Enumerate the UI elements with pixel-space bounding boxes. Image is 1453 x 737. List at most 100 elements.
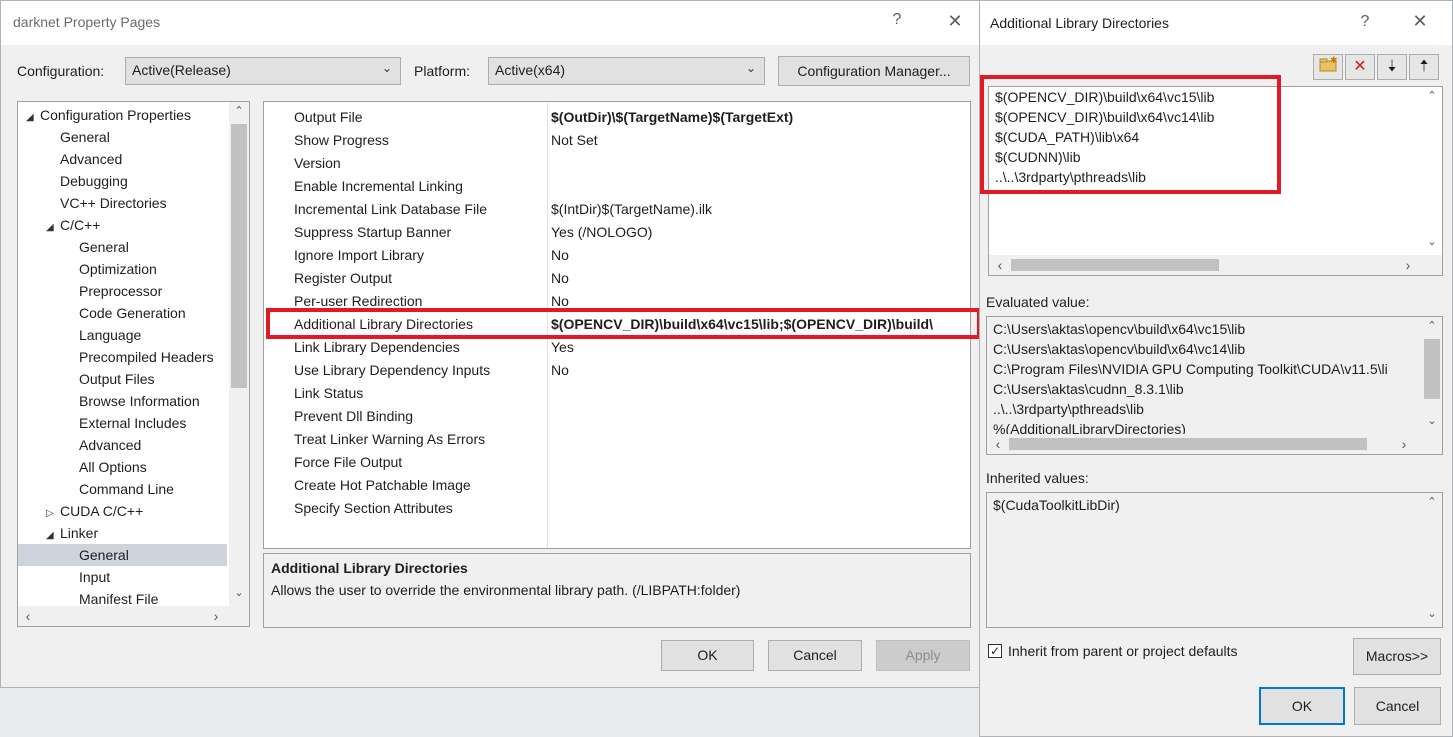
- dialog-cancel-button[interactable]: Cancel: [1354, 687, 1441, 725]
- tree-item[interactable]: Debugging: [18, 170, 227, 192]
- list-horizontal-scrollbar[interactable]: ‹ ›: [989, 255, 1442, 275]
- tree-item-label: Manifest File: [79, 591, 159, 607]
- scroll-down-arrow-icon[interactable]: ⌄: [1422, 414, 1442, 427]
- move-up-button[interactable]: 🠡: [1409, 54, 1439, 80]
- inherit-checkbox[interactable]: ✓: [988, 644, 1002, 658]
- property-row[interactable]: Suppress Startup Banner Yes (/NOLOGO): [264, 221, 970, 244]
- property-row[interactable]: Register Output No: [264, 267, 970, 290]
- property-row[interactable]: Force File Output: [264, 451, 970, 474]
- close-button[interactable]: ✕: [1408, 11, 1432, 32]
- evaluated-vertical-scrollbar[interactable]: ⌃ ⌄: [1422, 317, 1442, 434]
- property-row[interactable]: Create Hot Patchable Image: [264, 474, 970, 497]
- scroll-right-arrow-icon[interactable]: ›: [1397, 436, 1411, 452]
- tree-item[interactable]: General: [18, 544, 227, 566]
- scroll-left-arrow-icon[interactable]: ‹: [993, 257, 1007, 273]
- tree-item[interactable]: Input: [18, 566, 227, 588]
- tree-item-label: CUDA C/C++: [60, 503, 144, 519]
- property-row[interactable]: Version: [264, 152, 970, 175]
- scroll-right-arrow-icon[interactable]: ›: [1401, 257, 1415, 273]
- scroll-down-arrow-icon[interactable]: ⌄: [229, 586, 249, 599]
- evaluated-label: Evaluated value:: [986, 294, 1090, 310]
- platform-dropdown[interactable]: Active(x64) ⌄: [488, 57, 765, 85]
- tree-item-label: Linker: [60, 525, 99, 541]
- tree-vertical-scrollbar[interactable]: ⌃ ⌄: [229, 102, 249, 606]
- tree-item[interactable]: Language: [18, 324, 227, 346]
- property-row[interactable]: Prevent Dll Binding: [264, 405, 970, 428]
- property-row[interactable]: Show Progress Not Set: [264, 129, 970, 152]
- property-name: Force File Output: [294, 454, 403, 470]
- tree-item[interactable]: Precompiled Headers: [18, 346, 227, 368]
- tree-item[interactable]: ◢ Configuration Properties: [18, 104, 227, 126]
- tree-item[interactable]: ◢ C/C++: [18, 214, 227, 236]
- highlight-box-grid-row: [266, 308, 981, 339]
- new-line-button[interactable]: ✱: [1313, 54, 1343, 80]
- tree-item[interactable]: General: [18, 126, 227, 148]
- property-name: Version: [294, 155, 341, 171]
- apply-button[interactable]: Apply: [876, 640, 970, 671]
- property-row[interactable]: Link Status: [264, 382, 970, 405]
- property-row[interactable]: Treat Linker Warning As Errors: [264, 428, 970, 451]
- scroll-up-arrow-icon[interactable]: ⌃: [1422, 319, 1442, 332]
- scroll-up-arrow-icon[interactable]: ⌃: [1422, 89, 1442, 102]
- property-row[interactable]: Link Library Dependencies Yes: [264, 336, 970, 359]
- move-down-button[interactable]: 🠣: [1377, 54, 1407, 80]
- scroll-down-arrow-icon[interactable]: ⌄: [1422, 607, 1442, 620]
- tree-item[interactable]: Code Generation: [18, 302, 227, 324]
- scroll-thumb[interactable]: [231, 124, 247, 388]
- tree-item[interactable]: All Options: [18, 456, 227, 478]
- configuration-dropdown[interactable]: Active(Release) ⌄: [125, 57, 401, 85]
- property-value[interactable]: Yes: [551, 336, 574, 359]
- property-value[interactable]: Not Set: [551, 129, 598, 152]
- scroll-thumb[interactable]: [1424, 339, 1440, 399]
- evaluated-horizontal-scrollbar[interactable]: ‹ ›: [987, 434, 1442, 454]
- dialog-ok-button[interactable]: OK: [1259, 687, 1345, 725]
- property-row[interactable]: Output File $(OutDir)\$(TargetName)$(Targ…: [264, 106, 970, 129]
- delete-button[interactable]: ✕: [1345, 54, 1375, 80]
- property-name: Ignore Import Library: [294, 247, 424, 263]
- property-row[interactable]: Ignore Import Library No: [264, 244, 970, 267]
- tree-item-label: C/C++: [60, 217, 101, 233]
- chevron-down-icon: ⌄: [745, 61, 756, 75]
- help-button[interactable]: ?: [1355, 13, 1375, 31]
- property-row[interactable]: Specify Section Attributes: [264, 497, 970, 520]
- scroll-left-arrow-icon[interactable]: ‹: [991, 436, 1005, 452]
- tree-item[interactable]: Browse Information: [18, 390, 227, 412]
- tree-horizontal-scrollbar[interactable]: ‹ ›: [18, 606, 249, 626]
- new-folder-icon: ✱: [1319, 56, 1338, 72]
- scroll-thumb[interactable]: [1011, 259, 1219, 271]
- macros-button[interactable]: Macros>>: [1353, 638, 1441, 675]
- scroll-up-arrow-icon[interactable]: ⌃: [1422, 495, 1442, 508]
- property-value[interactable]: No: [551, 359, 569, 382]
- tree-item[interactable]: External Includes: [18, 412, 227, 434]
- property-value[interactable]: Yes (/NOLOGO): [551, 221, 652, 244]
- ok-button[interactable]: OK: [661, 640, 754, 671]
- scroll-right-arrow-icon[interactable]: ›: [208, 608, 224, 624]
- tree-item[interactable]: Optimization: [18, 258, 227, 280]
- configuration-manager-button[interactable]: Configuration Manager...: [778, 56, 970, 86]
- cancel-button[interactable]: Cancel: [768, 640, 862, 671]
- property-row[interactable]: Enable Incremental Linking: [264, 175, 970, 198]
- tree-item[interactable]: Output Files: [18, 368, 227, 390]
- property-row[interactable]: Use Library Dependency Inputs No: [264, 359, 970, 382]
- property-value[interactable]: No: [551, 267, 569, 290]
- tree-item[interactable]: VC++ Directories: [18, 192, 227, 214]
- scroll-left-arrow-icon[interactable]: ‹: [20, 608, 36, 624]
- tree-item[interactable]: Command Line: [18, 478, 227, 500]
- tree-item-label: Language: [79, 327, 142, 343]
- tree-item[interactable]: ▷ CUDA C/C++: [18, 500, 227, 522]
- property-value[interactable]: $(IntDir)$(TargetName).ilk: [551, 198, 712, 221]
- tree-item[interactable]: Advanced: [18, 434, 227, 456]
- property-row[interactable]: Incremental Link Database File $(IntDir)$…: [264, 198, 970, 221]
- property-value[interactable]: No: [551, 244, 569, 267]
- close-button[interactable]: ✕: [943, 11, 967, 32]
- tree-item[interactable]: General: [18, 236, 227, 258]
- property-value[interactable]: $(OutDir)\$(TargetName)$(TargetExt): [551, 106, 793, 129]
- scroll-thumb[interactable]: [1009, 438, 1367, 450]
- tree-item[interactable]: ◢ Linker: [18, 522, 227, 544]
- scroll-up-arrow-icon[interactable]: ⌃: [229, 104, 249, 117]
- help-button[interactable]: ?: [887, 11, 907, 29]
- tree-item[interactable]: Advanced: [18, 148, 227, 170]
- list-vertical-scrollbar[interactable]: ⌃ ⌄: [1422, 87, 1442, 255]
- tree-item[interactable]: Preprocessor: [18, 280, 227, 302]
- scroll-down-arrow-icon[interactable]: ⌄: [1422, 235, 1442, 248]
